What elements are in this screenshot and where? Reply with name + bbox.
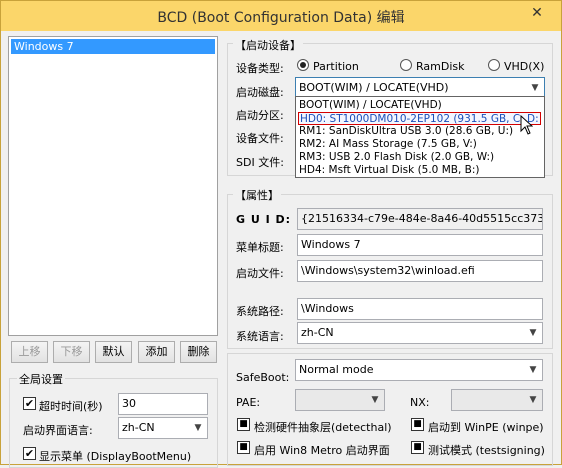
safeboot-label: SafeBoot: [236, 371, 290, 384]
partition-radio-label: Partition [313, 60, 359, 73]
device-file-label: 设备文件: [236, 132, 284, 145]
dropdown-option[interactable]: RM1: SanDiskUltra USB 3.0 (28.6 GB, U:) [298, 125, 541, 138]
move-down-button[interactable]: 下移 [53, 341, 90, 363]
properties-title: 【属性】 [233, 187, 281, 203]
menu-title-input[interactable]: Windows 7 [297, 234, 543, 256]
boot-disk-dropdown-list[interactable]: BOOT(WIM) / LOCATE(VHD) HD0: ST1000DM010… [295, 96, 545, 178]
winpe-label: 启动到 WinPE (winpe) [428, 421, 544, 434]
system-language-label: 系统语言: [236, 330, 284, 343]
list-item[interactable]: Windows 7 [11, 39, 215, 54]
boot-disk-label: 启动磁盘: [236, 86, 284, 99]
chevron-down-icon: ▼ [194, 423, 202, 433]
vhdx-radio-label: VHD(X) [504, 60, 545, 73]
boot-partition-label: 启动分区: [236, 109, 284, 122]
safeboot-select[interactable]: Normal mode ▼ [295, 359, 543, 381]
global-settings-title: 全局设置 [17, 371, 65, 387]
vhdx-radio[interactable] [488, 59, 500, 71]
dropdown-option[interactable]: RM2: AI Mass Storage (7.5 GB, V:) [298, 138, 541, 151]
set-default-button[interactable]: 默认 [95, 341, 132, 363]
detecthal-label: 检测硬件抽象层(detecthal) [254, 421, 392, 434]
show-menu-label: 显示菜单 (DisplayBootMenu) [39, 450, 192, 463]
metro-label: 启用 Win8 Metro 启动界面 [254, 444, 390, 457]
safeboot-value: Normal mode [299, 363, 374, 376]
dropdown-option-highlighted[interactable]: HD0: ST1000DM010-2EP102 (931.5 GB, C: D:… [298, 112, 541, 125]
delete-entry-button[interactable]: 删除 [180, 341, 217, 363]
winpe-checkbox[interactable]: ■ [411, 418, 424, 431]
close-icon[interactable]: ✕ [517, 3, 557, 23]
timeout-label: 超时时间(秒) [39, 400, 103, 413]
boot-entry-list[interactable]: Windows 7 [8, 36, 218, 336]
timeout-input[interactable]: 30 [118, 393, 208, 415]
chevron-down-icon: ▼ [371, 395, 379, 405]
chevron-down-icon: ▼ [529, 328, 537, 338]
pae-label: PAE: [236, 396, 261, 409]
window-title: BCD (Boot Configuration Data) 编辑 [157, 10, 405, 26]
menu-title-label: 菜单标题: [236, 241, 284, 254]
title-bar: BCD (Boot Configuration Data) 编辑 ✕ [1, 1, 561, 31]
show-menu-checkbox[interactable]: ✔ [23, 447, 36, 460]
sdi-file-label: SDI 文件: [236, 156, 284, 169]
bcd-editor-window: BCD (Boot Configuration Data) 编辑 ✕ Windo… [0, 0, 562, 468]
testsigning-checkbox[interactable]: ■ [411, 441, 424, 454]
boot-disk-value: BOOT(WIM) / LOCATE(VHD) [299, 81, 449, 94]
dropdown-option[interactable]: BOOT(WIM) / LOCATE(VHD) [298, 99, 541, 112]
chevron-down-icon: ▼ [529, 365, 537, 375]
guid-field: {21516334-c79e-484e-8a46-40d5515cc373} [297, 208, 543, 230]
testsigning-label: 测试模式 (testsigning) [428, 444, 545, 457]
pae-select[interactable]: ▼ [295, 389, 385, 411]
boot-ui-language-select[interactable]: zh-CN ▼ [118, 417, 208, 439]
dropdown-option[interactable]: HD4: Msft Virtual Disk (5.0 MB, B:) [298, 164, 541, 177]
timeout-checkbox[interactable]: ✔ [23, 397, 36, 410]
metro-checkbox[interactable]: ■ [237, 441, 250, 454]
nx-select[interactable]: ▼ [451, 389, 543, 411]
system-path-input[interactable]: \Windows [297, 298, 543, 320]
system-language-value: zh-CN [301, 326, 334, 339]
chevron-down-icon: ▼ [529, 395, 537, 405]
guid-label: G U I D: [236, 213, 292, 226]
boot-ui-language-value: zh-CN [122, 421, 155, 434]
boot-file-label: 启动文件: [236, 267, 284, 280]
ramdisk-radio-label: RamDisk [416, 60, 465, 73]
chevron-down-icon: ▼ [531, 83, 539, 93]
boot-device-title: 【启动设备】 [233, 37, 303, 53]
add-entry-button[interactable]: 添加 [138, 341, 175, 363]
move-up-button[interactable]: 上移 [11, 341, 48, 363]
system-path-label: 系统路径: [236, 305, 284, 318]
partition-radio[interactable] [297, 59, 309, 71]
nx-label: NX: [410, 396, 430, 409]
ramdisk-radio[interactable] [400, 59, 412, 71]
mouse-pointer-icon [520, 115, 533, 135]
detecthal-checkbox[interactable]: ■ [237, 418, 250, 431]
dropdown-option[interactable]: RM3: USB 2.0 Flash Disk (2.0 GB, W:) [298, 151, 541, 164]
device-type-label: 设备类型: [236, 62, 284, 75]
system-language-select[interactable]: zh-CN ▼ [297, 322, 543, 344]
boot-ui-language-label: 启动界面语言: [23, 424, 93, 437]
boot-file-input[interactable]: \Windows\system32\winload.efi [297, 260, 543, 282]
